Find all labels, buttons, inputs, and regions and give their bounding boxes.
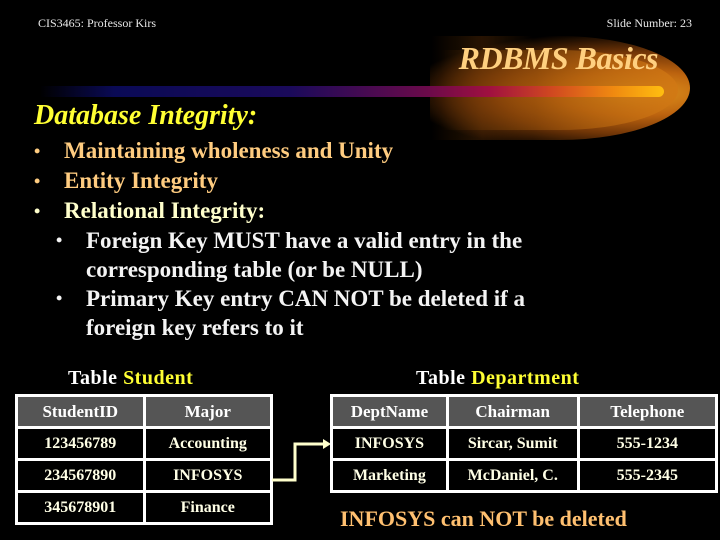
- slide-number: Slide Number: 23: [606, 16, 692, 30]
- table-row: Marketing McDaniel, C. 555-2345: [333, 461, 715, 490]
- column-header: Telephone: [579, 397, 715, 426]
- department-table: DeptName Chairman Telephone INFOSYS Sirc…: [330, 394, 718, 493]
- section-heading: Database Integrity:: [34, 100, 258, 131]
- table-header-row: DeptName Chairman Telephone: [333, 397, 715, 426]
- deletion-note: INFOSYS can NOT be deleted: [340, 506, 627, 531]
- table-cell: 234567890: [18, 461, 143, 490]
- caption-table-name: Department: [471, 367, 580, 389]
- table-cell: Finance: [145, 493, 270, 522]
- table-row: 345678901 Finance: [18, 493, 270, 522]
- caption-prefix: Table: [416, 367, 466, 389]
- caption-prefix: Table: [68, 367, 118, 389]
- column-header: StudentID: [18, 397, 143, 426]
- title-gradient-bar: [40, 86, 664, 97]
- sub-bullet-line: foreign key refers to it: [86, 315, 304, 340]
- arrow-line: [272, 442, 324, 482]
- table-cell: 555-2345: [579, 461, 715, 490]
- bullet-item: • Entity Integrity: [34, 166, 694, 196]
- bullet-icon: •: [34, 141, 41, 161]
- department-table-caption: Table Department: [416, 367, 579, 390]
- course-label: CIS3465: Professor Kirs: [38, 16, 157, 30]
- sub-bullet-line: corresponding table (or be NULL): [86, 257, 423, 282]
- sub-bullet-item: • Primary Key entry CAN NOT be deleted i…: [56, 284, 694, 342]
- column-header: Major: [145, 397, 270, 426]
- table-cell: 555-1234: [579, 429, 715, 458]
- table-cell: INFOSYS: [145, 461, 270, 490]
- student-table: StudentID Major 123456789 Accounting 234…: [15, 394, 273, 525]
- table-row: INFOSYS Sircar, Sumit 555-1234: [333, 429, 715, 458]
- column-header: Chairman: [448, 397, 577, 426]
- bullet-item: • Maintaining wholeness and Unity: [34, 136, 694, 166]
- table-cell: 345678901: [18, 493, 143, 522]
- table-cell: McDaniel, C.: [448, 461, 577, 490]
- bullet-icon: •: [56, 230, 63, 250]
- bullet-icon: •: [34, 201, 41, 221]
- table-header-row: StudentID Major: [18, 397, 270, 426]
- foreign-key-arrow-icon: [272, 439, 331, 482]
- table-row: 123456789 Accounting: [18, 429, 270, 458]
- slide-title: RDBMS Basics: [458, 40, 659, 76]
- sub-bullet-item: • Foreign Key MUST have a valid entry in…: [56, 226, 694, 284]
- bullet-text: Maintaining wholeness and Unity: [64, 138, 394, 163]
- sub-bullet-line: Foreign Key MUST have a valid entry in t…: [86, 228, 523, 253]
- table-cell: INFOSYS: [333, 429, 446, 458]
- table-row: 234567890 INFOSYS: [18, 461, 270, 490]
- sub-bullet-line: Primary Key entry CAN NOT be deleted if …: [86, 286, 526, 311]
- bullet-item: • Relational Integrity:: [34, 196, 694, 226]
- column-header: DeptName: [333, 397, 446, 426]
- caption-table-name: Student: [123, 367, 194, 389]
- bullet-text: Entity Integrity: [64, 168, 218, 193]
- student-table-caption: Table Student: [68, 367, 193, 390]
- bullet-icon: •: [34, 171, 41, 191]
- bullet-list: • Maintaining wholeness and Unity • Enti…: [34, 136, 694, 342]
- bullet-text: Relational Integrity:: [64, 198, 266, 223]
- table-cell: 123456789: [18, 429, 143, 458]
- bullet-icon: •: [56, 288, 63, 308]
- table-cell: Accounting: [145, 429, 270, 458]
- table-cell: Sircar, Sumit: [448, 429, 577, 458]
- table-cell: Marketing: [333, 461, 446, 490]
